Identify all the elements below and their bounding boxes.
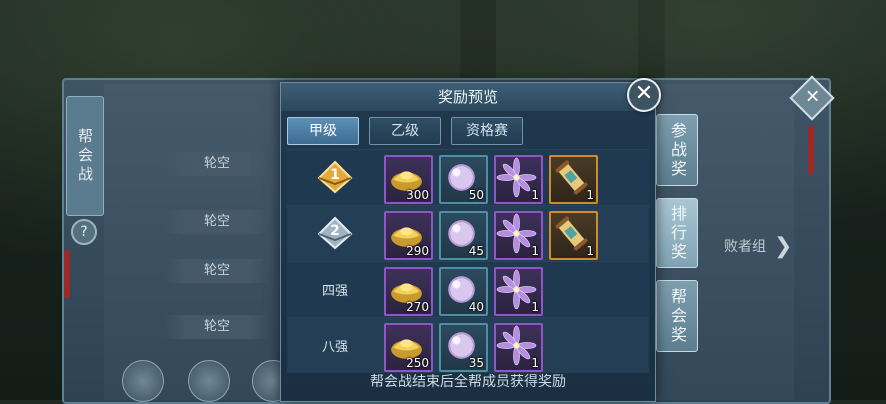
dialog-close-button[interactable]: ✕	[627, 78, 661, 112]
settings-gear-icon[interactable]	[188, 360, 230, 402]
item-quantity: 290	[406, 244, 429, 258]
reward-row: 1 300 50 1 1	[287, 149, 649, 205]
reward-item-slot[interactable]: 270	[384, 267, 433, 316]
rank-label: 四强	[287, 262, 383, 317]
item-quantity: 1	[586, 244, 594, 258]
bye-slot: 轮空	[165, 152, 269, 176]
item-quantity: 35	[468, 356, 484, 370]
tab-guild-reward[interactable]: 帮会奖	[656, 280, 698, 352]
item-quantity: 250	[406, 356, 429, 370]
reward-item-slot[interactable]: 1	[494, 267, 543, 316]
reward-item-slot[interactable]: 1	[549, 155, 598, 204]
gold-rank-1-icon: 1	[315, 158, 355, 198]
red-tassel-right	[808, 126, 814, 174]
close-icon: ✕	[634, 81, 654, 106]
rank-number: 2	[330, 222, 340, 239]
reward-items: 290 45 1 1	[384, 211, 598, 260]
item-quantity: 300	[406, 188, 429, 202]
reward-item-slot[interactable]: 40	[439, 267, 488, 316]
item-quantity: 50	[468, 188, 484, 202]
reward-item-slot[interactable]: 290	[384, 211, 433, 260]
reward-items: 250 35 1	[384, 323, 543, 372]
reward-item-slot[interactable]: 45	[439, 211, 488, 260]
tab-qualifier[interactable]: 资格赛	[451, 117, 523, 145]
silver-rank-2-icon: 2	[315, 214, 355, 254]
reward-item-slot[interactable]: 250	[384, 323, 433, 372]
rank-text: 八强	[321, 340, 348, 355]
help-icon[interactable]: ?	[71, 219, 97, 245]
reward-preview-icon[interactable]	[122, 360, 164, 402]
item-quantity: 1	[531, 188, 539, 202]
reward-item-slot[interactable]: 1	[494, 211, 543, 260]
reward-items: 270 40 1	[384, 267, 543, 316]
reward-item-slot[interactable]: 1	[494, 323, 543, 372]
rank-number: 1	[330, 166, 340, 183]
bye-slot: 轮空	[165, 259, 269, 283]
reward-item-slot[interactable]: 300	[384, 155, 433, 204]
item-quantity: 40	[468, 300, 484, 314]
reward-item-slot[interactable]: 50	[439, 155, 488, 204]
tab-ranking-reward[interactable]: 排行奖	[656, 198, 698, 268]
close-icon: ✕	[805, 86, 821, 108]
reward-item-slot[interactable]: 1	[549, 211, 598, 260]
tier-tabs: 甲级 乙级 资格赛	[287, 117, 523, 145]
reward-row: 八强 250 35 1	[287, 317, 649, 373]
rank-text: 四强	[321, 284, 348, 299]
tab-tier-a[interactable]: 甲级	[287, 117, 359, 145]
item-quantity: 1	[531, 356, 539, 370]
bye-slot: 轮空	[165, 315, 269, 339]
reward-items: 300 50 1 1	[384, 155, 598, 204]
arrow-right-icon[interactable]: ❯	[774, 234, 792, 259]
loser-bracket-label[interactable]: 败者组	[724, 236, 766, 256]
tab-tier-b[interactable]: 乙级	[369, 117, 441, 145]
item-quantity: 270	[406, 300, 429, 314]
item-quantity: 45	[468, 244, 484, 258]
guild-war-title-strip: 帮会战	[66, 96, 104, 216]
reward-preview-dialog: 奖励预览 甲级 乙级 资格赛 1 300 50 1 1 2 290 45 1 1 四强 270 40 1 八…	[280, 82, 656, 402]
item-quantity: 1	[586, 188, 594, 202]
bye-slot: 轮空	[165, 210, 269, 234]
dialog-title: 奖励预览	[281, 83, 655, 111]
reward-row: 四强 270 40 1	[287, 261, 649, 317]
guild-war-title: 帮会战	[76, 127, 94, 185]
tab-participation-reward[interactable]: 参战奖	[656, 114, 698, 186]
reward-item-slot[interactable]: 35	[439, 323, 488, 372]
rank-label: 八强	[287, 318, 383, 373]
reward-row: 2 290 45 1 1	[287, 205, 649, 261]
reward-table: 1 300 50 1 1 2 290 45 1 1 四强 270 40 1 八强 250 35 1	[287, 149, 649, 373]
rank-label: 2	[287, 206, 383, 261]
rank-label: 1	[287, 150, 383, 205]
dialog-footer-note: 帮会战结束后全帮成员获得奖励	[370, 374, 566, 390]
red-tassel-left	[64, 250, 70, 298]
reward-item-slot[interactable]: 1	[494, 155, 543, 204]
item-quantity: 1	[531, 244, 539, 258]
item-quantity: 1	[531, 300, 539, 314]
